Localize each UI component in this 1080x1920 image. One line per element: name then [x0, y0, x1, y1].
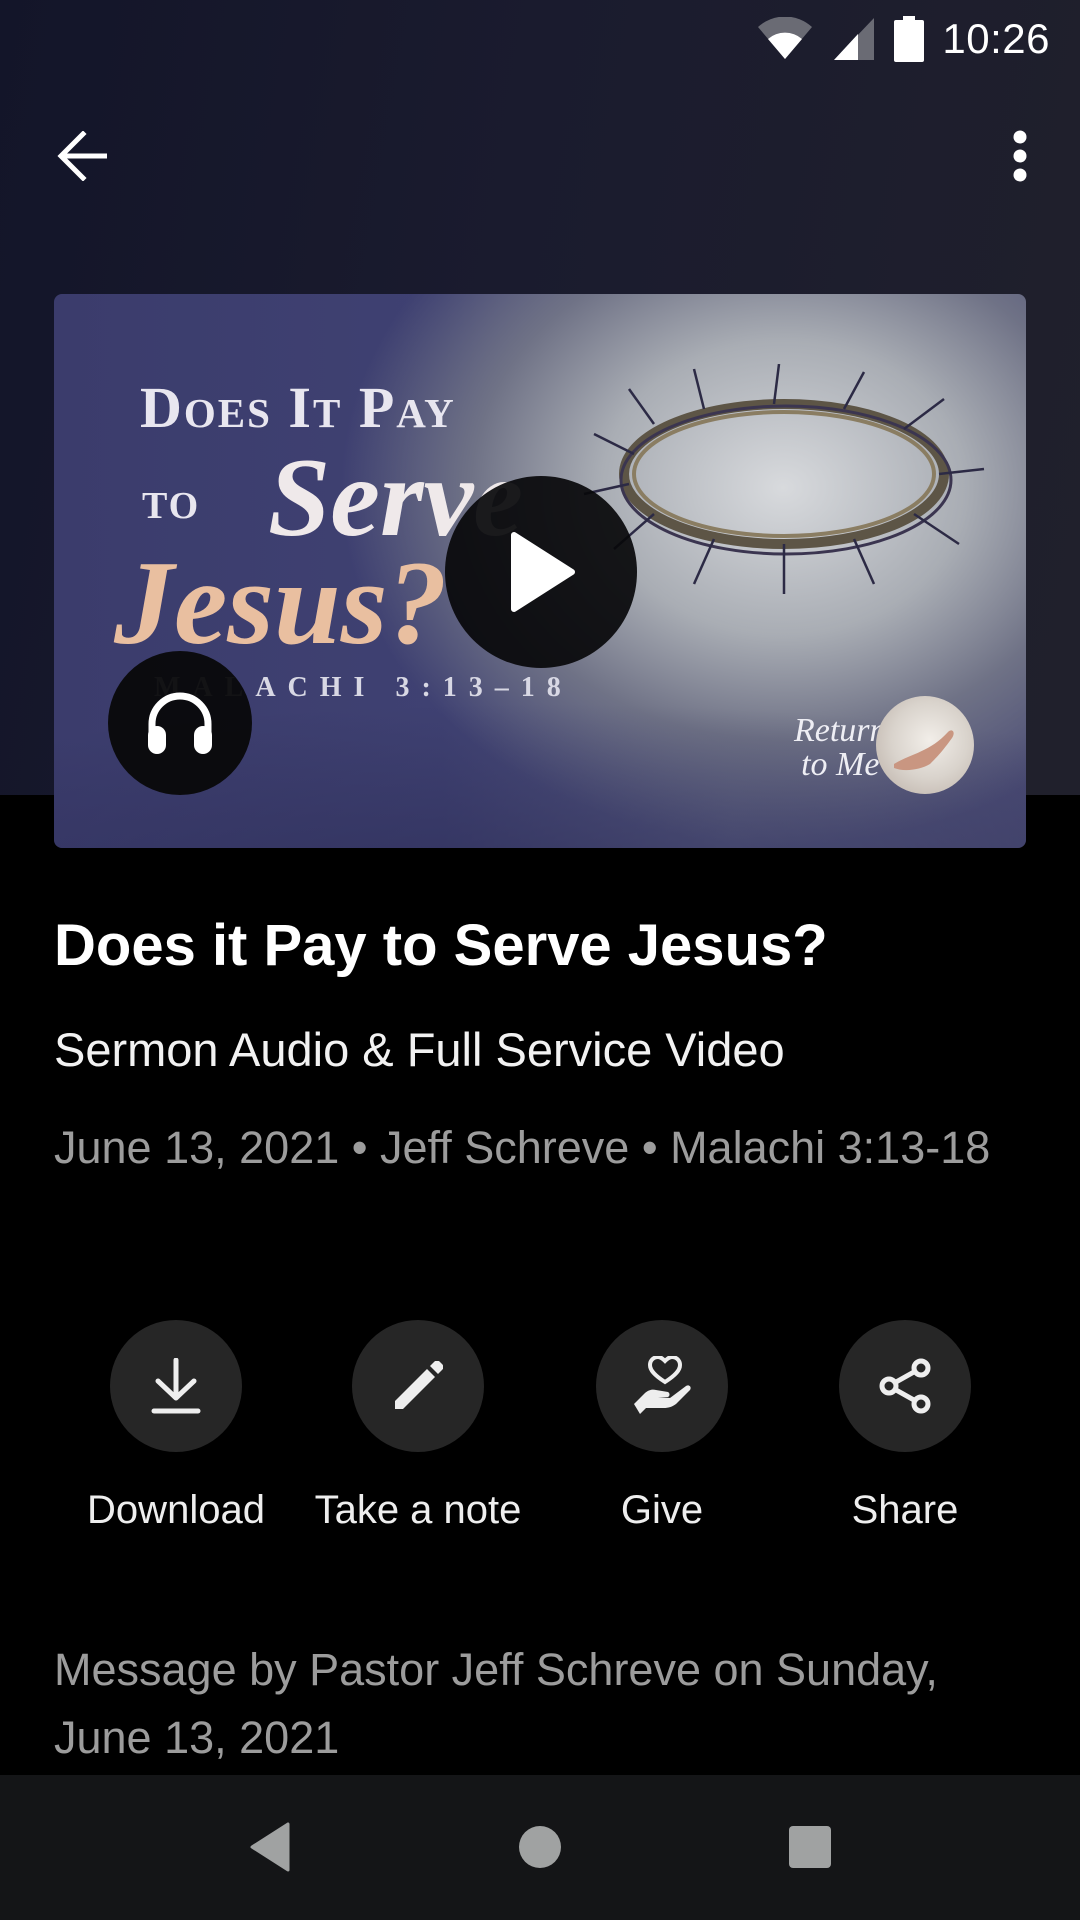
nav-home-icon: [519, 1826, 561, 1868]
share-icon: [879, 1358, 931, 1414]
download-icon: [151, 1358, 201, 1414]
system-nav-bar: [0, 1775, 1080, 1920]
series-logo-text: Return to Me: [794, 712, 887, 783]
download-button[interactable]: Download: [46, 1320, 306, 1533]
nav-back-button[interactable]: [210, 1797, 330, 1897]
play-video-button[interactable]: [445, 476, 637, 668]
nav-back-icon: [250, 1822, 290, 1872]
reaching-hand-artwork: [894, 730, 954, 771]
headphones-icon: [148, 692, 212, 754]
take-a-note-button[interactable]: Take a note: [288, 1320, 548, 1533]
give-button[interactable]: Give: [532, 1320, 792, 1533]
wifi-icon: [756, 17, 814, 61]
nav-home-button[interactable]: [480, 1797, 600, 1897]
battery-icon: [894, 16, 925, 62]
take-a-note-label: Take a note: [314, 1488, 522, 1532]
nav-recents-icon: [789, 1826, 831, 1868]
arrow-back-icon: [57, 131, 107, 181]
nav-recents-button[interactable]: [750, 1797, 870, 1897]
thumbnail-title-line1: Does It Pay: [140, 375, 456, 440]
download-label: Download: [87, 1488, 265, 1532]
status-time: 10:26: [942, 15, 1050, 62]
sermon-title: Does it Pay to Serve Jesus?: [54, 913, 828, 978]
thumbnail-title-jesus: Jesus?: [114, 536, 448, 669]
status-bar: 10:26: [0, 0, 1080, 78]
top-app-bar: [0, 100, 1080, 212]
give-hand-heart-icon: [634, 1356, 691, 1414]
play-icon: [511, 532, 575, 612]
play-audio-button[interactable]: [108, 651, 252, 795]
sermon-subtitle: Sermon Audio & Full Service Video: [54, 1023, 785, 1076]
more-options-button[interactable]: [972, 108, 1068, 204]
crown-of-thorns-artwork: [583, 364, 985, 594]
share-label: Share: [851, 1488, 959, 1532]
sermon-description: Message by Pastor Jeff Schreve on Sunday…: [54, 1644, 938, 1763]
thumbnail-title-to: to: [142, 470, 201, 530]
sermon-meta: June 13, 2021 • Jeff Schreve • Malachi 3…: [54, 1122, 991, 1173]
share-button[interactable]: Share: [775, 1320, 1035, 1533]
more-vert-icon: [1013, 130, 1027, 182]
back-button[interactable]: [36, 108, 132, 204]
give-label: Give: [620, 1488, 704, 1532]
cellular-signal-icon: [832, 16, 876, 62]
pencil-icon: [395, 1361, 443, 1409]
action-row: Download Take a note Give Share: [0, 1320, 1080, 1540]
